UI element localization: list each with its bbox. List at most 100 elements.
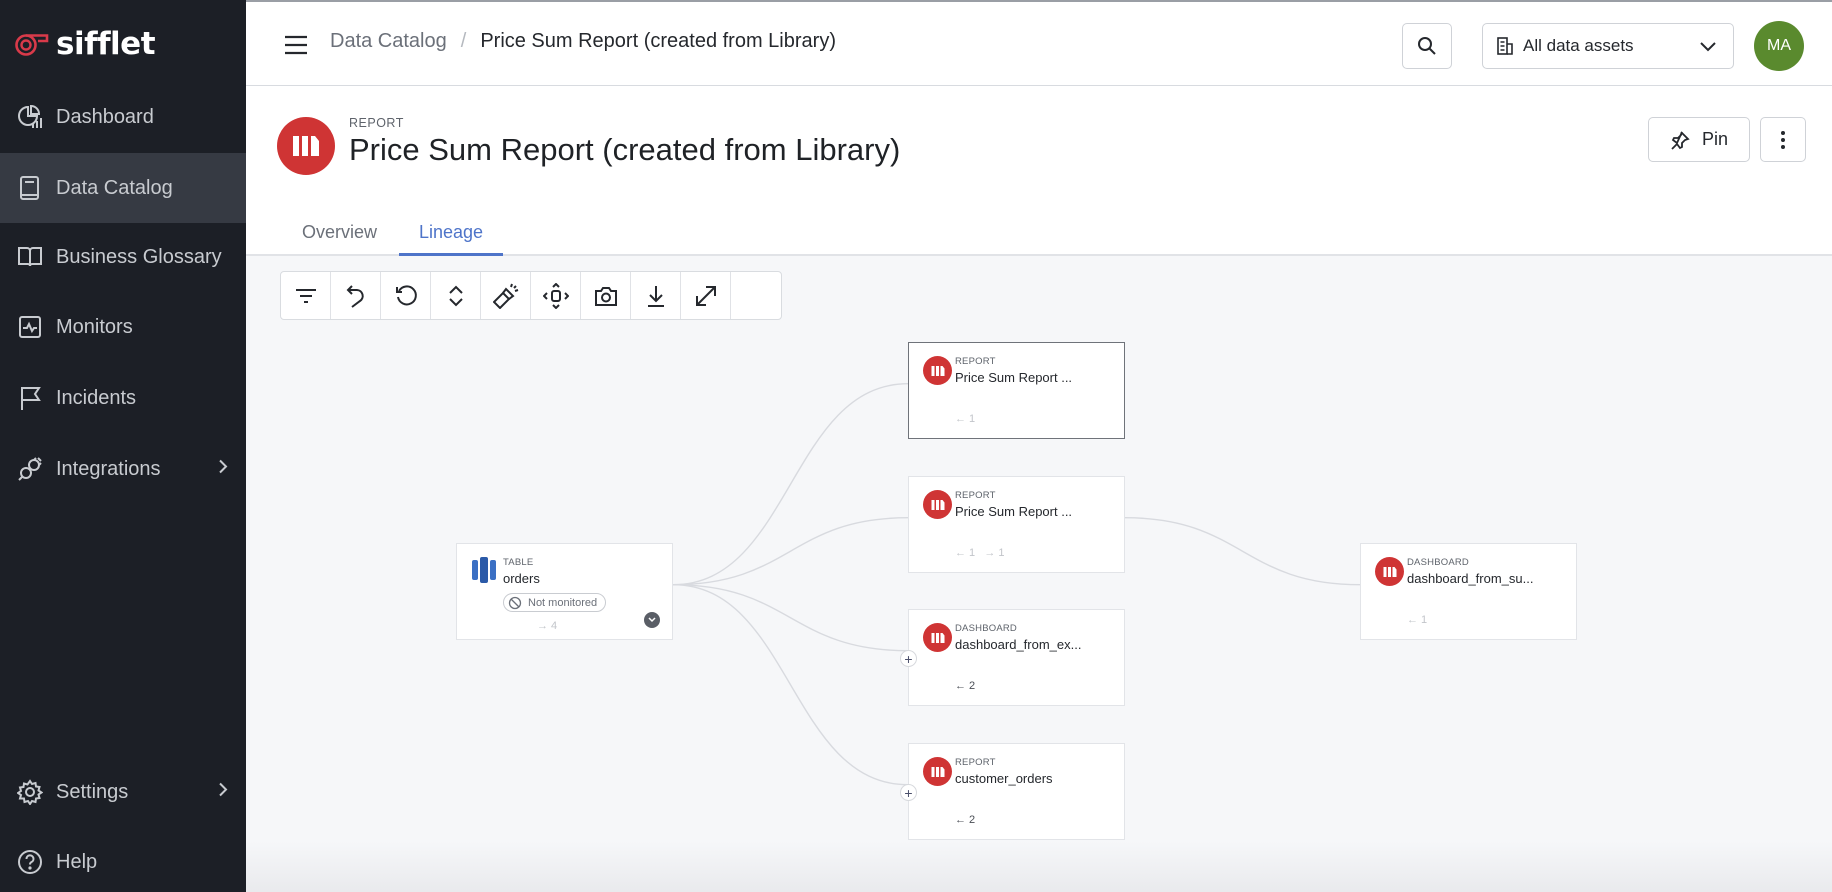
sidebar-item-label: Integrations [56,457,161,480]
lineage-node-table-orders[interactable]: TABLE orders Not monitored → 4 [456,543,673,640]
report-icon [923,623,952,652]
reset-button[interactable] [381,272,431,319]
monitor-pulse-icon [16,313,44,341]
help-circle-icon [16,848,44,876]
move-center-icon [542,282,569,309]
lineage-edge-orders-r3 [672,584,909,786]
lineage-edge-orders-d1 [672,584,909,652]
lineage-node-report-customer-orders[interactable]: + REPORT customer_orders ← 2 [900,743,1125,840]
download-button[interactable] [631,272,681,319]
report-icon [923,757,952,786]
node-counts: ← 1 → 1 [955,547,1005,559]
sidebar-item-label: Dashboard [56,105,154,128]
flag-icon [16,384,44,412]
asset-tabs: Overview Lineage [246,216,1832,256]
search-button[interactable] [1402,23,1452,69]
expand-diagonal-icon [695,285,716,306]
pin-label: Pin [1701,129,1728,149]
expand-node-button[interactable] [644,612,660,628]
sidebar-item-monitors[interactable]: Monitors [0,292,246,362]
sidebar-item-data-catalog[interactable]: Data Catalog [0,153,246,223]
breadcrumb-data-catalog[interactable]: Data Catalog [330,30,447,53]
download-icon [647,285,664,307]
lineage-edge-r2-d2 [1124,517,1361,586]
fullscreen-button[interactable] [681,272,731,319]
node-type: REPORT [955,757,996,768]
page-title: Price Sum Report (created from Library) [349,132,901,167]
node-type: DASHBOARD [955,623,1017,634]
node-type: DASHBOARD [1407,557,1469,568]
building-icon [1497,37,1513,55]
filter-icon [295,288,316,303]
hamburger-icon [285,35,307,55]
sidebar-item-label: Data Catalog [56,176,173,199]
dashboard-chart-icon [16,103,44,131]
node-name: dashboard_from_ex... [955,637,1082,652]
sifflet-whistle-icon [15,34,49,56]
lineage-node-report-price-sum-1[interactable]: REPORT Price Sum Report ... ← 1 [908,342,1125,439]
lineage-toolbar [280,271,782,320]
node-counts: → 4 [537,620,558,632]
sidebar-item-help[interactable]: Help [0,827,246,892]
plug-icon [16,455,44,483]
node-counts: ← 2 [955,680,976,692]
not-monitored-icon [508,596,522,609]
filter-button[interactable] [281,272,331,319]
search-icon [1418,37,1436,55]
node-name: orders [503,571,540,586]
tab-lineage[interactable]: Lineage [399,222,504,256]
undo-button[interactable] [331,272,381,319]
sifflet-logo[interactable]: sifflet [14,26,156,62]
lineage-node-dashboard-from-ex[interactable]: + DASHBOARD dashboard_from_ex... ← 2 [900,609,1125,706]
sidebar-item-label: Business Glossary [56,245,222,268]
sidebar-item-label: Settings [56,780,129,803]
chevron-right-icon [218,458,228,481]
app: sifflet Dashboard Data Catalog Business … [0,0,1832,892]
lineage-canvas[interactable]: TABLE orders Not monitored → 4 REPORT Pr… [246,256,1832,892]
recenter-button[interactable] [531,272,581,319]
report-icon [277,117,335,175]
undo-icon [346,284,364,308]
sidebar-item-integrations[interactable]: Integrations [0,434,246,504]
sidebar-item-label: Incidents [56,386,137,409]
sidebar-item-incidents[interactable]: Incidents [0,363,246,433]
highlight-button[interactable] [481,272,531,319]
node-counts: ← 1 [955,413,976,425]
chevron-down-icon [1699,38,1717,58]
vertical-dots-icon [1781,130,1785,149]
asset-filter-select[interactable]: All data assets [1482,23,1734,69]
top-bar: Data Catalog / Price Sum Report (created… [246,0,1832,86]
more-options-button[interactable] [1760,117,1806,162]
toolbar-empty-slot [731,272,781,319]
reset-icon [395,284,417,305]
sidebar-item-dashboard[interactable]: Dashboard [0,82,246,152]
sidebar-item-settings[interactable]: Settings [0,757,246,827]
report-icon [923,490,952,519]
flashlight-icon [492,283,518,309]
asset-header: REPORT Price Sum Report (created from Li… [246,86,1832,256]
menu-toggle-button[interactable] [284,35,308,55]
expand-collapse-button[interactable] [431,272,481,319]
screenshot-button[interactable] [581,272,631,319]
node-type: REPORT [955,356,996,367]
sidebar-item-business-glossary[interactable]: Business Glossary [0,222,246,292]
lineage-node-report-price-sum-2[interactable]: REPORT Price Sum Report ... ← 1 → 1 [908,476,1125,573]
user-avatar[interactable]: MA [1754,21,1804,71]
node-counts: ← 2 [955,814,976,826]
badge-label: Not monitored [528,596,598,609]
tab-overview[interactable]: Overview [282,222,397,256]
node-name: customer_orders [955,771,1053,786]
plus-icon: + [904,650,913,667]
breadcrumb: Data Catalog / Price Sum Report (created… [330,30,836,53]
sidebar: sifflet Dashboard Data Catalog Business … [0,0,246,892]
pin-icon [1671,130,1690,150]
expand-upstream-button[interactable]: + [900,784,917,801]
node-name: Price Sum Report ... [955,504,1073,519]
report-icon [923,356,952,385]
pin-button[interactable]: Pin [1648,117,1750,162]
expand-upstream-button[interactable]: + [900,650,917,667]
book-icon [16,174,44,202]
lineage-node-dashboard-from-su[interactable]: DASHBOARD dashboard_from_su... ← 1 [1360,543,1577,640]
breadcrumb-separator: / [460,30,467,52]
node-type: REPORT [955,490,996,501]
